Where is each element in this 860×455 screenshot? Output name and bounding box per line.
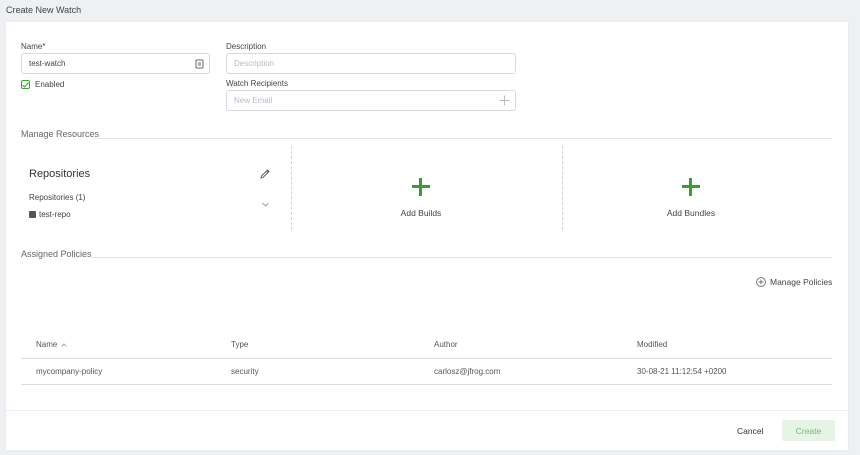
add-bundles-plus-icon[interactable]: [682, 178, 700, 196]
edit-icon[interactable]: [259, 167, 271, 185]
sort-asc-icon[interactable]: [61, 342, 68, 347]
recipients-label: Watch Recipients: [226, 79, 288, 88]
repositories-group-label[interactable]: Repositories (1): [29, 193, 85, 202]
add-builds-plus-icon[interactable]: [412, 178, 430, 196]
policy-modified-cell: 30-08-21 11:12:54 +0200: [637, 367, 727, 376]
enabled-checkbox[interactable]: [21, 80, 30, 89]
table-row-divider: [21, 384, 832, 385]
cancel-button[interactable]: Cancel: [737, 426, 763, 436]
column-header-label: Name: [36, 340, 58, 349]
manage-policies-button[interactable]: Manage Policies: [756, 277, 832, 287]
plus-circle-icon: [756, 277, 766, 287]
recipients-placeholder: New Email: [234, 96, 273, 105]
column-separator: [562, 146, 563, 230]
create-watch-panel: Name* test-watch Enabled Description Des…: [6, 22, 848, 450]
footer-bar: Cancel Create: [6, 410, 848, 450]
description-input[interactable]: Description: [226, 53, 516, 74]
policy-type-cell: security: [231, 367, 259, 376]
description-placeholder: Description: [234, 59, 275, 68]
policy-name-cell: mycompany-policy: [36, 367, 103, 376]
manage-resources-title: Manage Resources: [21, 129, 100, 139]
enabled-label: Enabled: [35, 80, 65, 89]
check-icon: [22, 81, 29, 88]
add-bundles-label[interactable]: Add Bundles: [641, 208, 741, 218]
policy-author-cell: carlosz@jfrog.com: [434, 367, 501, 376]
manage-policies-label: Manage Policies: [770, 277, 833, 287]
column-header-modified[interactable]: Modified: [637, 340, 667, 349]
column-header-author[interactable]: Author: [434, 340, 458, 349]
recipients-input[interactable]: New Email: [226, 90, 516, 111]
name-label: Name*: [21, 42, 46, 51]
add-email-icon[interactable]: [499, 95, 510, 108]
page-title: Create New Watch: [6, 5, 82, 15]
list-item: test-repo: [29, 210, 71, 219]
repository-item-label: test-repo: [39, 210, 71, 219]
create-button[interactable]: Create: [782, 420, 835, 441]
section-divider: [94, 138, 832, 139]
section-divider: [91, 257, 832, 258]
description-label: Description: [226, 42, 267, 51]
column-header-name[interactable]: Name: [36, 340, 68, 349]
name-input[interactable]: test-watch: [21, 53, 210, 74]
table-header-divider: [21, 358, 832, 359]
column-separator: [291, 146, 292, 230]
repositories-title: Repositories: [29, 168, 91, 180]
assigned-policies-title: Assigned Policies: [21, 249, 92, 259]
repository-icon: [29, 211, 36, 218]
chevron-down-icon[interactable]: [262, 194, 269, 212]
column-header-type[interactable]: Type: [231, 340, 248, 349]
add-builds-label[interactable]: Add Builds: [371, 208, 471, 218]
clipboard-icon[interactable]: [195, 59, 204, 71]
name-input-value: test-watch: [29, 59, 66, 68]
